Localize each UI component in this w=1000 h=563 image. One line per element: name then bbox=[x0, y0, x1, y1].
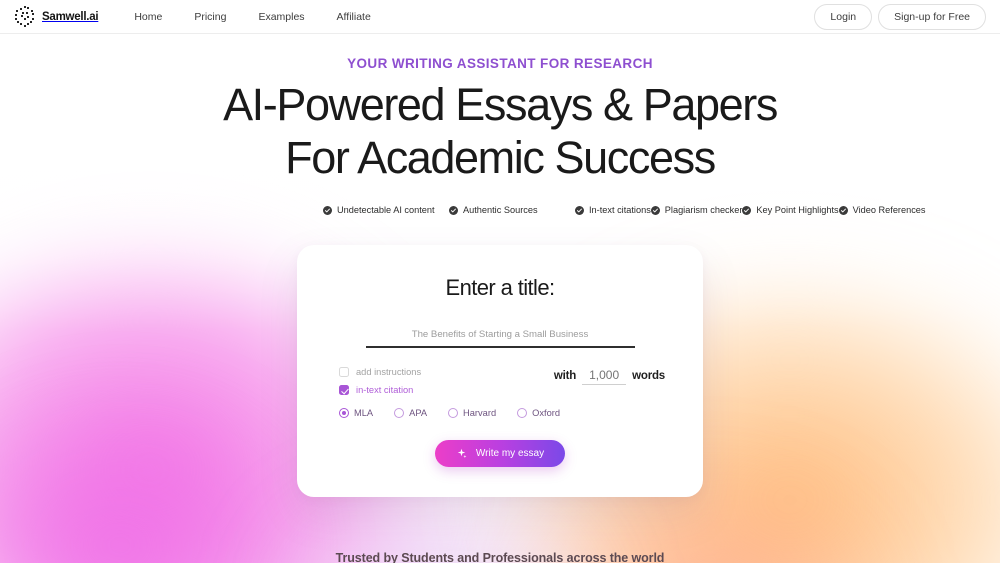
hero-section: YOUR WRITING ASSISTANT FOR RESEARCH AI-P… bbox=[0, 34, 1000, 184]
radio-label: Harvard bbox=[463, 408, 497, 419]
checkbox-group: add instructions in-text citation bbox=[333, 367, 422, 396]
trusted-tagline: Trusted by Students and Professionals ac… bbox=[335, 551, 665, 563]
radio-icon[interactable] bbox=[394, 408, 405, 419]
radio-harvard[interactable]: Harvard bbox=[448, 408, 497, 419]
feature-item: Key Point Highlights bbox=[742, 201, 839, 219]
headline-line-1: AI-Powered Essays & Papers bbox=[223, 79, 778, 130]
check-circle-icon bbox=[575, 205, 584, 215]
essay-title-input[interactable] bbox=[365, 329, 635, 341]
check-circle-icon bbox=[838, 205, 848, 215]
feature-item: Video References bbox=[838, 201, 926, 219]
citation-style-group: MLA APA Harvard Oxford bbox=[333, 408, 667, 419]
radio-label: APA bbox=[409, 408, 428, 419]
radio-oxford[interactable]: Oxford bbox=[517, 408, 561, 419]
word-count-suffix: words bbox=[632, 370, 665, 383]
feature-label: Undetectable AI content bbox=[337, 205, 435, 216]
checkbox-label: in-text citation bbox=[356, 385, 414, 396]
check-circle-icon bbox=[323, 205, 332, 215]
word-count-group: with words bbox=[553, 367, 667, 386]
essay-generator-card: Enter a title: add instructions in-text … bbox=[297, 245, 703, 498]
feature-item: Plagiarism checker bbox=[650, 201, 743, 219]
word-count-prefix: with bbox=[553, 370, 577, 383]
feature-label: Video References bbox=[852, 205, 926, 216]
checkbox-in-text-citation[interactable]: in-text citation bbox=[339, 385, 421, 396]
checkbox-checked-icon[interactable] bbox=[339, 385, 349, 396]
nav-actions: Login Sign-up for Free bbox=[814, 3, 988, 30]
page-title: AI-Powered Essays & Papers For Academic … bbox=[0, 78, 1000, 184]
nav-link-home[interactable]: Home bbox=[134, 11, 162, 23]
nav-link-pricing[interactable]: Pricing bbox=[194, 11, 226, 23]
feature-label: In-text citations bbox=[589, 205, 651, 216]
options-row: add instructions in-text citation with w… bbox=[333, 367, 667, 396]
cta-wrapper: Write my essay bbox=[333, 440, 667, 468]
feature-item: Undetectable AI content bbox=[323, 201, 449, 219]
cta-label: Write my essay bbox=[475, 448, 545, 460]
word-count-input[interactable] bbox=[582, 368, 627, 386]
headline-line-2: For Academic Success bbox=[285, 132, 716, 184]
checkbox-label: add instructions bbox=[356, 367, 422, 378]
nav-link-examples[interactable]: Examples bbox=[258, 11, 304, 23]
feature-list: Undetectable AI content Authentic Source… bbox=[315, 201, 926, 219]
check-circle-icon bbox=[449, 205, 458, 215]
brand-name: Samwell.ai bbox=[42, 10, 99, 23]
radio-icon[interactable] bbox=[448, 408, 459, 419]
title-field-wrapper bbox=[365, 324, 635, 349]
login-button[interactable]: Login bbox=[814, 3, 873, 30]
check-circle-icon bbox=[742, 205, 752, 215]
brand-logo-link[interactable]: Samwell.ai bbox=[12, 6, 99, 28]
signup-button[interactable]: Sign-up for Free bbox=[878, 3, 986, 30]
radio-mla[interactable]: MLA bbox=[339, 408, 374, 419]
radio-icon[interactable] bbox=[517, 408, 528, 419]
feature-label: Key Point Highlights bbox=[756, 205, 839, 216]
nav-link-affiliate[interactable]: Affiliate bbox=[337, 11, 371, 23]
checkbox-add-instructions[interactable]: add instructions bbox=[339, 367, 422, 378]
feature-item: In-text citations bbox=[575, 201, 651, 219]
card-title: Enter a title: bbox=[445, 275, 556, 301]
navbar: Samwell.ai Home Pricing Examples Affilia… bbox=[0, 0, 1000, 34]
nav-links: Home Pricing Examples Affiliate bbox=[134, 11, 370, 23]
hero-eyebrow: YOUR WRITING ASSISTANT FOR RESEARCH bbox=[347, 56, 653, 71]
feature-label: Authentic Sources bbox=[463, 205, 538, 216]
write-my-essay-button[interactable]: Write my essay bbox=[434, 440, 566, 468]
radio-label: MLA bbox=[354, 408, 374, 419]
feature-item: Authentic Sources bbox=[449, 201, 575, 219]
feature-label: Plagiarism checker bbox=[664, 205, 743, 216]
radio-selected-icon[interactable] bbox=[339, 408, 349, 419]
radio-apa[interactable]: APA bbox=[394, 408, 428, 419]
checkbox-box-icon[interactable] bbox=[339, 367, 349, 378]
samwell-dots-logo-icon bbox=[14, 6, 35, 28]
sparkle-icon bbox=[456, 448, 467, 459]
radio-label: Oxford bbox=[532, 408, 561, 419]
check-circle-icon bbox=[650, 205, 660, 215]
